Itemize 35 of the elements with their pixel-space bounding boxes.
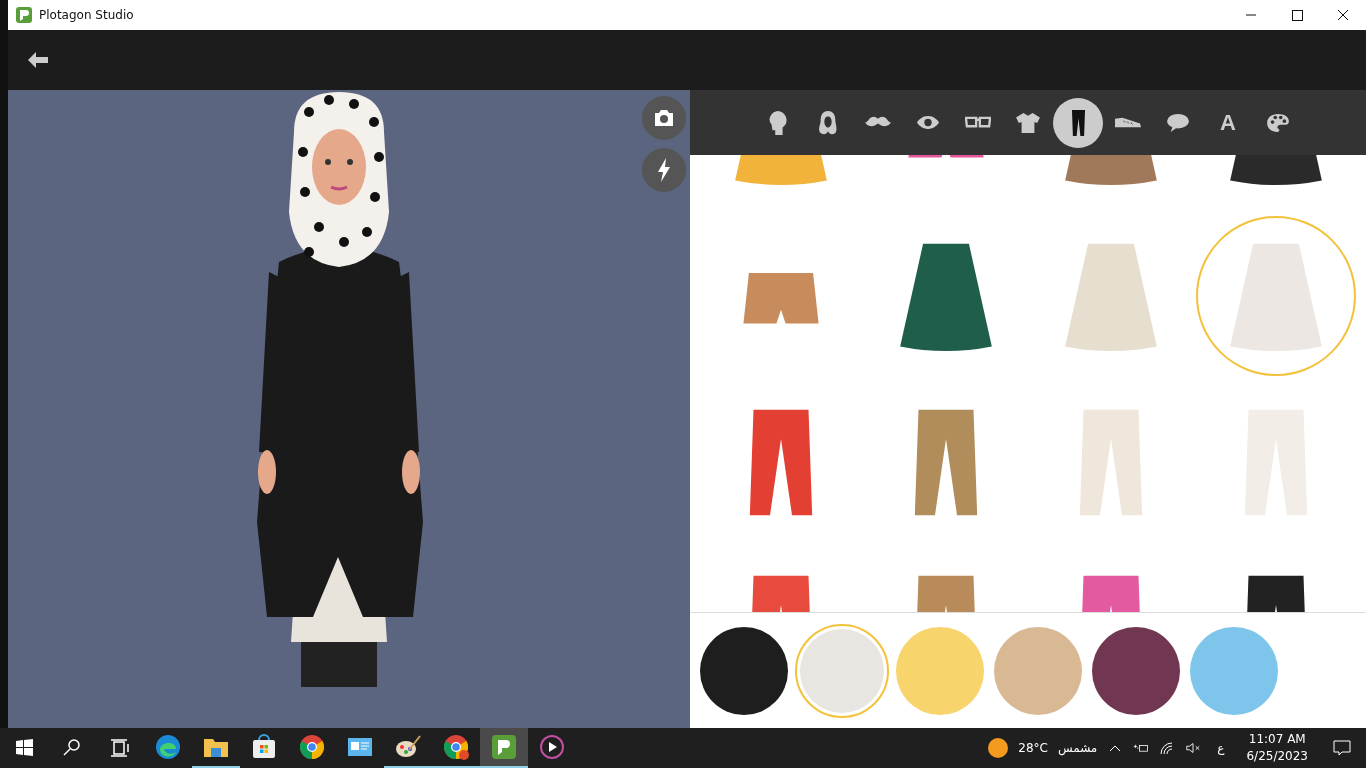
lightning-button[interactable] [642, 148, 686, 192]
color-swatch[interactable] [795, 623, 889, 718]
back-arrow-icon[interactable] [27, 51, 49, 69]
palette-icon [395, 734, 421, 760]
speech-bubble-icon [1166, 112, 1190, 133]
glasses-icon [965, 116, 991, 129]
shirt-icon [1016, 111, 1040, 134]
text-tab[interactable]: A [1203, 97, 1253, 148]
mustache-icon [865, 116, 891, 129]
weather-sun-icon[interactable] [988, 738, 1009, 758]
speaker-muted-icon[interactable] [1185, 741, 1202, 755]
shoe-icon [1114, 116, 1142, 129]
eye-icon [916, 115, 940, 130]
hair-icon [817, 109, 839, 136]
store-bag-icon [251, 734, 277, 760]
weather-text[interactable]: مشمس [1057, 741, 1098, 755]
browser-icon [155, 734, 181, 760]
clock[interactable]: 11:07 AM 6/25/2023 [1246, 731, 1308, 765]
browser-icon [299, 734, 325, 760]
pants-icon [1070, 108, 1086, 137]
chat-bubble-icon [491, 734, 517, 760]
app-logo-icon [16, 7, 32, 23]
browser-icon [443, 734, 469, 760]
window-title: Plotagon Studio [39, 8, 134, 22]
input-language-text[interactable]: ع [1217, 741, 1225, 755]
camera-button[interactable] [642, 96, 686, 140]
head-icon [767, 109, 789, 136]
taskbar-app-button[interactable] [480, 728, 528, 768]
camera-icon [652, 108, 676, 128]
notification-icon[interactable] [1332, 739, 1352, 757]
palette-icon [1266, 112, 1290, 133]
temperature-text[interactable]: 28°C [1018, 741, 1048, 755]
lightning-icon [656, 158, 672, 182]
pants-tab[interactable] [1053, 97, 1103, 148]
play-icon [539, 734, 565, 760]
